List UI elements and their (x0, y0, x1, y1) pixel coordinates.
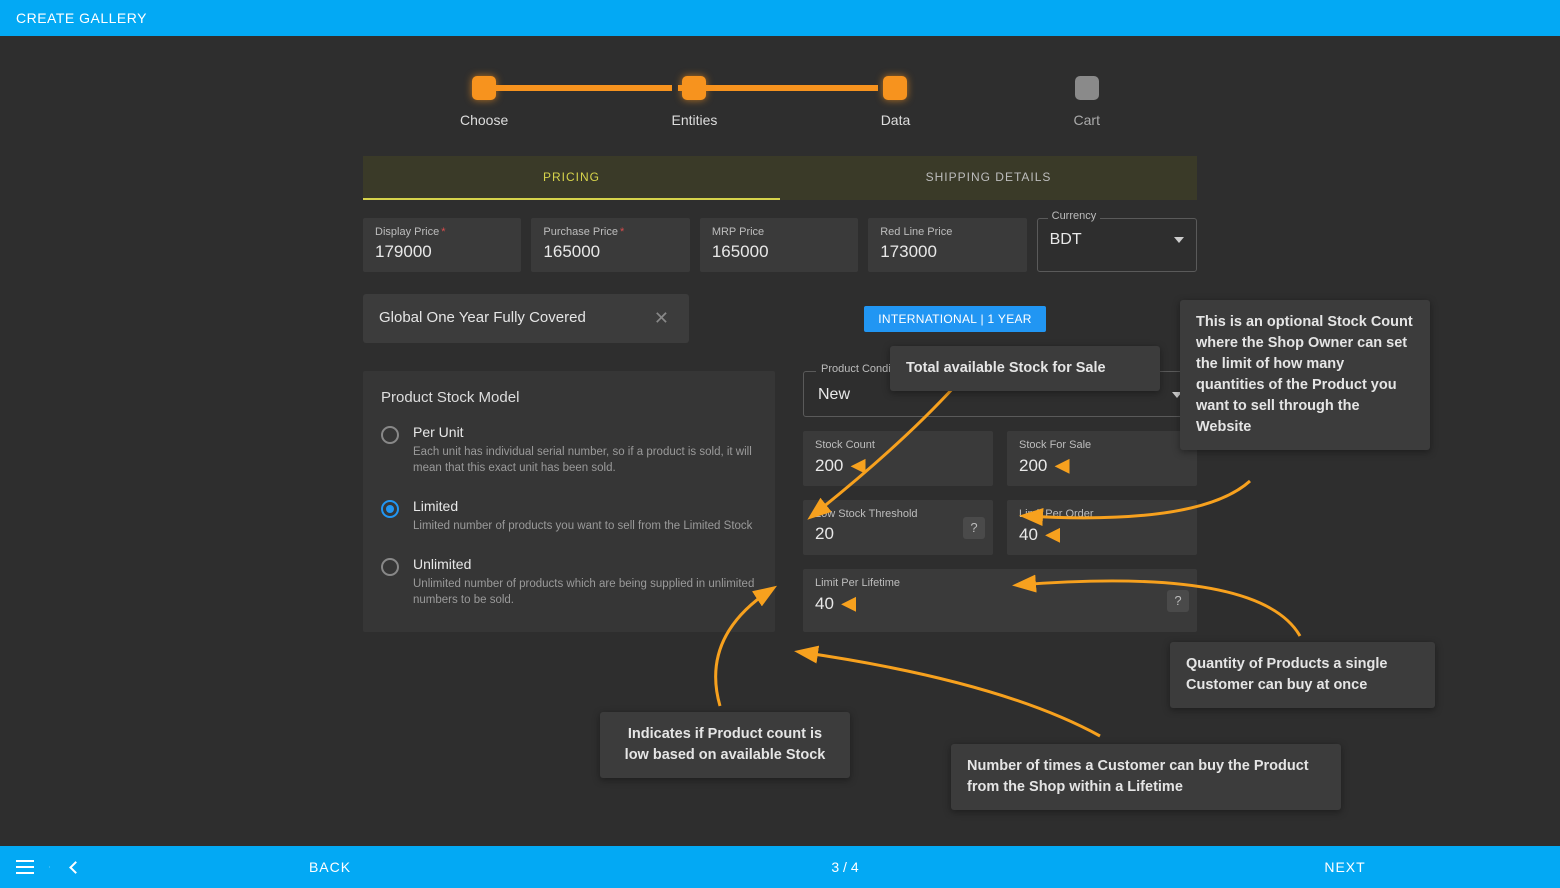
callout-total-stock: Total available Stock for Sale (890, 346, 1160, 391)
menu-icon (16, 866, 34, 868)
radio-limited-title: Limited (413, 498, 752, 514)
radio-per-unit[interactable]: Per Unit Each unit has individual serial… (381, 424, 757, 476)
purchase-price-field[interactable]: Purchase Price* 165000 (531, 218, 689, 272)
stock-for-sale-label: Stock For Sale (1019, 439, 1185, 451)
stock-model-title: Product Stock Model (381, 389, 757, 406)
arrow-indicator-icon: ◀ (842, 593, 856, 614)
low-stock-threshold-value: 20 (815, 524, 981, 544)
step-label-data: Data (881, 112, 911, 128)
radio-per-unit-desc: Each unit has individual serial number, … (413, 444, 757, 476)
warranty-row: Global One Year Fully Covered ✕ INTERNAT… (363, 294, 1197, 343)
radio-icon (381, 426, 399, 444)
step-data[interactable]: Data (881, 76, 911, 128)
product-condition-value: New (818, 386, 850, 404)
stock-count-field[interactable]: Stock Count 200 ◀ (803, 431, 993, 486)
currency-label: Currency (1048, 210, 1101, 222)
callout-limit-lifetime: Number of times a Customer can buy the P… (951, 744, 1341, 810)
limit-per-order-field[interactable]: Limit Per Order 40 ◀ (1007, 500, 1197, 555)
mrp-price-field[interactable]: MRP Price 165000 (700, 218, 858, 272)
tabs: PRICING SHIPPING DETAILS (363, 156, 1197, 200)
mrp-price-value: 165000 (712, 242, 846, 262)
warranty-chip[interactable]: Global One Year Fully Covered ✕ (363, 294, 689, 343)
radio-per-unit-title: Per Unit (413, 424, 757, 440)
arrow-indicator-icon: ◀ (851, 455, 865, 476)
bottom-bar: BACK 3 / 4 NEXT (0, 846, 1560, 888)
menu-button[interactable] (0, 866, 50, 868)
step-box-choose (472, 76, 496, 100)
limit-per-lifetime-value: 40 (815, 594, 834, 613)
content: Choose Entities Data Cart PRICING SHIPPI… (0, 76, 1560, 632)
limit-per-lifetime-label: Limit Per Lifetime (815, 577, 1185, 589)
redline-price-label: Red Line Price (880, 226, 1014, 238)
back-button[interactable]: BACK (100, 859, 560, 875)
step-line-1 (472, 85, 672, 91)
header-bar: CREATE GALLERY (0, 0, 1560, 36)
price-row: Display Price* 179000 Purchase Price* 16… (363, 218, 1197, 272)
step-label-entities: Entities (672, 112, 718, 128)
display-price-label: Display Price* (375, 226, 509, 238)
limit-per-order-label: Limit Per Order (1019, 508, 1185, 520)
step-label-choose: Choose (460, 112, 508, 128)
currency-value: BDT (1050, 231, 1082, 249)
chevron-down-icon (1174, 237, 1184, 243)
stock-for-sale-value: 200 (1019, 456, 1047, 475)
step-label-cart: Cart (1074, 112, 1100, 128)
tab-shipping[interactable]: SHIPPING DETAILS (780, 156, 1197, 200)
lower-row: Product Stock Model Per Unit Each unit h… (363, 371, 1197, 632)
redline-price-field[interactable]: Red Line Price 173000 (868, 218, 1026, 272)
stock-fields: Product Condition New Stock Count 200◀ S… (803, 371, 1197, 632)
back-arrow-button[interactable] (50, 863, 100, 872)
radio-icon (381, 500, 399, 518)
help-icon[interactable]: ? (1167, 590, 1189, 612)
page-progress: 3 / 4 (560, 859, 1130, 875)
radio-limited-desc: Limited number of products you want to s… (413, 518, 752, 534)
step-box-entities (682, 76, 706, 100)
purchase-price-label: Purchase Price* (543, 226, 677, 238)
radio-unlimited[interactable]: Unlimited Unlimited number of products w… (381, 556, 757, 608)
chevron-left-icon (69, 861, 82, 874)
stock-count-value: 200 (815, 456, 843, 475)
step-line-2 (678, 85, 878, 91)
limit-per-lifetime-field[interactable]: Limit Per Lifetime 40 ◀ ? (803, 569, 1197, 632)
page-title: CREATE GALLERY (16, 10, 147, 26)
step-box-data (883, 76, 907, 100)
step-box-cart (1075, 76, 1099, 100)
warranty-badge: INTERNATIONAL | 1 YEAR (864, 306, 1046, 332)
display-price-field[interactable]: Display Price* 179000 (363, 218, 521, 272)
stock-for-sale-field[interactable]: Stock For Sale 200 ◀ (1007, 431, 1197, 486)
stock-model-panel: Product Stock Model Per Unit Each unit h… (363, 371, 775, 632)
callout-stock-for-sale: This is an optional Stock Count where th… (1180, 300, 1430, 450)
radio-icon (381, 558, 399, 576)
currency-select[interactable]: Currency BDT (1037, 218, 1197, 272)
callout-low-stock: Indicates if Product count is low based … (600, 712, 850, 778)
stock-count-label: Stock Count (815, 439, 981, 451)
low-stock-threshold-field[interactable]: Low Stock Threshold 20 ? (803, 500, 993, 555)
step-choose[interactable]: Choose (460, 76, 508, 128)
tab-pricing[interactable]: PRICING (363, 156, 780, 200)
arrow-indicator-icon: ◀ (1055, 455, 1069, 476)
purchase-price-value: 165000 (543, 242, 677, 262)
step-entities[interactable]: Entities (672, 76, 718, 128)
next-button[interactable]: NEXT (1130, 859, 1560, 875)
radio-unlimited-title: Unlimited (413, 556, 757, 572)
arrow-indicator-icon: ◀ (1046, 524, 1060, 545)
redline-price-value: 173000 (880, 242, 1014, 262)
radio-unlimited-desc: Unlimited number of products which are b… (413, 576, 757, 608)
form-area: PRICING SHIPPING DETAILS Display Price* … (363, 156, 1197, 632)
callout-limit-order: Quantity of Products a single Customer c… (1170, 642, 1435, 708)
step-cart[interactable]: Cart (1074, 76, 1100, 128)
help-icon[interactable]: ? (963, 517, 985, 539)
radio-limited[interactable]: Limited Limited number of products you w… (381, 498, 757, 534)
warranty-chip-text: Global One Year Fully Covered (379, 309, 586, 328)
low-stock-threshold-label: Low Stock Threshold (815, 508, 981, 520)
stepper: Choose Entities Data Cart (0, 76, 1560, 128)
limit-per-order-value: 40 (1019, 525, 1038, 544)
mrp-price-label: MRP Price (712, 226, 846, 238)
close-icon[interactable]: ✕ (650, 308, 673, 329)
display-price-value: 179000 (375, 242, 509, 262)
